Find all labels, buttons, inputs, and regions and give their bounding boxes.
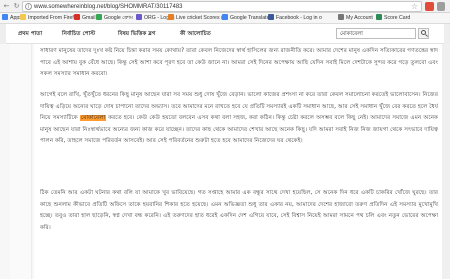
reload-icon[interactable]: ↻ (12, 2, 21, 11)
bookmark-label: Facebook - Log in o (276, 15, 322, 21)
bookmark-item[interactable]: Google Translate (222, 14, 270, 23)
bookmark-item[interactable]: Gmail (74, 14, 96, 23)
bookmark-item[interactable]: Imported From Firef (20, 14, 74, 23)
search-icon-handle (425, 34, 428, 37)
search-highlight: মোকাবেলা (79, 115, 106, 122)
menu-icon[interactable] (437, 2, 445, 11)
bookmark-icon (96, 14, 102, 20)
search-button[interactable] (418, 28, 429, 39)
bookmark-label: Gmail (82, 15, 96, 21)
bookmark-label: Google ক্রোম (104, 15, 133, 21)
site-navigation: প্রথম পাতা নির্বাচিত পোস্ট বিষয় ভিত্তিক… (0, 24, 450, 44)
right-margin (444, 24, 450, 44)
bookmark-item[interactable]: Score Card (376, 14, 410, 23)
bookmark-item[interactable]: Facebook - Log in o (268, 14, 322, 23)
bookmark-label: Google Translate (230, 15, 270, 21)
info-icon[interactable]: i (25, 3, 32, 10)
article-area: সাধারণ মানুষের তাদের দুঃখ কষ্ট নিয়ে চিন… (0, 44, 450, 279)
scrollbar[interactable] (442, 44, 450, 279)
bookmark-icon (74, 14, 80, 20)
extension-icon[interactable] (425, 2, 434, 11)
bookmark-icon (20, 14, 26, 20)
search-input[interactable]: মোকাবেলা (336, 28, 416, 39)
nav-home[interactable]: প্রথম পাতা (18, 30, 42, 38)
nav-topic-blogs[interactable]: বিষয় ভিত্তিক ব্লগ (118, 30, 156, 38)
bookmark-star-icon[interactable]: ☆ (411, 2, 418, 11)
search-value: মোকাবেলা (340, 31, 363, 37)
bookmark-icon (338, 14, 344, 20)
left-column (10, 44, 32, 279)
back-icon[interactable]: ← (2, 2, 11, 11)
article-content: সাধারণ মানুষের তাদের দুঃখ কষ্ট নিয়ে চিন… (34, 44, 442, 279)
bookmark-label: Live cricket Scores ( (176, 15, 223, 21)
bookmark-icon (376, 14, 382, 20)
paragraph-1: সাধারণ মানুষের তাদের দুঃখ কষ্ট নিয়ে চিন… (40, 48, 438, 78)
bookmark-icon (222, 14, 228, 20)
bookmark-label: Score Card (384, 15, 411, 21)
bookmark-item[interactable]: Live cricket Scores ( (168, 14, 223, 23)
url-text: www.somewhereinblog.net/blog/SHOMMRAT/30… (34, 4, 183, 10)
bookmark-item[interactable]: Google ক্রোম (96, 14, 133, 23)
left-margin (0, 24, 6, 44)
bookmark-icon (2, 14, 8, 20)
paragraph-3: ঠিক তেমনি আর একটা ঘটনার কথা বলি যা আমাকে… (40, 190, 438, 231)
paragraph-2: আগেই বলে রাখি, খুঁতখুঁতে ধরনের কিছু মানু… (40, 90, 438, 190)
bookmark-icon (136, 14, 142, 20)
bookmark-label: My Account (346, 15, 373, 21)
nav-selected-posts[interactable]: নির্বাচিত পোস্ট (62, 30, 95, 38)
browser-toolbar: ← ↻ i www.somewhereinblog.net/blog/SHOMM… (0, 0, 450, 13)
bookmark-icon (168, 14, 174, 20)
bookmark-item[interactable]: Apps (2, 14, 22, 23)
address-bar[interactable]: i www.somewhereinblog.net/blog/SHOMMRAT/… (22, 1, 422, 12)
bookmark-item[interactable]: My Account (338, 14, 373, 23)
nav-discussed[interactable]: কী আলোচিত (180, 30, 211, 38)
bookmarks-bar: Apps Imported From Firef Gmail Google ক্রোম… (0, 13, 450, 24)
bookmark-label: Imported From Firef (28, 15, 74, 21)
bookmark-icon (268, 14, 274, 20)
